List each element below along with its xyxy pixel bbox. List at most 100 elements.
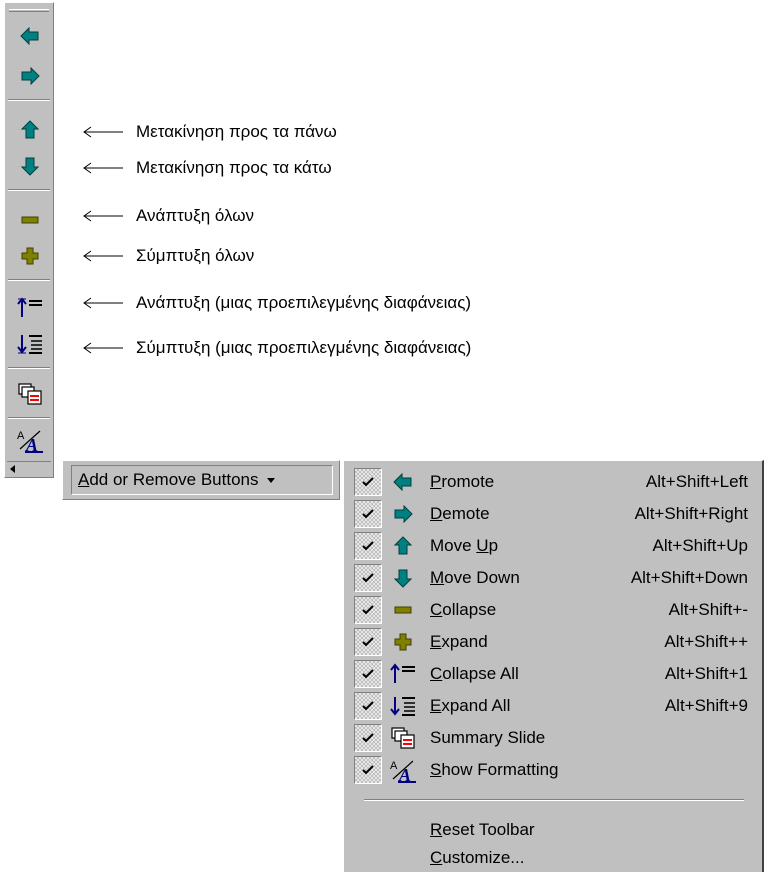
promote-button[interactable]: [11, 19, 49, 53]
demote-button[interactable]: [11, 59, 49, 93]
menu-item-label: Show Formatting: [430, 760, 559, 779]
collapse-all-button[interactable]: [11, 291, 49, 325]
collapse-all-icon: [17, 297, 42, 317]
menu-item-shortcut: Alt+Shift+Left: [645, 472, 748, 491]
checkmark-icon: [362, 605, 374, 615]
menu-item-label: Promote: [430, 472, 495, 491]
menu-item-show-formatting[interactable]: A A Show Formatting: [350, 753, 760, 785]
checkbox[interactable]: [354, 468, 382, 496]
add-remove-panel: Add or Remove Buttons: [62, 460, 340, 500]
toolbar-grip[interactable]: [9, 9, 49, 12]
summary-slide-icon: [391, 727, 415, 749]
checkmark-icon: [362, 477, 374, 487]
annotation-text: Σύμπτυξη (μιας προεπιλεγμένης διαφάνειας…: [136, 338, 472, 357]
summary-slide-button[interactable]: [11, 377, 49, 411]
checkbox[interactable]: [354, 596, 382, 624]
chevron-down-icon: [266, 477, 275, 483]
promote-arrow-left-icon: [393, 473, 412, 491]
menu-item-summary-slide[interactable]: Summary Slide: [350, 721, 760, 753]
menu-item-label: Expand All: [430, 696, 511, 715]
annotation-text: Ανάπτυξη όλων: [136, 206, 255, 225]
left-arrow-icon: [83, 210, 123, 222]
menu-item-expand[interactable]: Expand Alt+Shift++: [350, 625, 760, 657]
expand-plus-icon: [21, 247, 39, 265]
menu-item-shortcut: Alt+Shift+-: [668, 600, 748, 619]
checkmark-icon: [362, 733, 374, 743]
annotation-collapse-all: Ανάπτυξη (μιας προεπιλεγμένης διαφάνειας…: [82, 290, 471, 316]
demote-arrow-right-icon: [394, 505, 413, 523]
annotation-text: Σύμπτυξη όλων: [136, 246, 255, 265]
checkbox[interactable]: [354, 660, 382, 688]
move-down-button[interactable]: [11, 149, 49, 183]
menu-item-label: Move Up: [430, 536, 499, 555]
move-up-arrow-icon: [394, 536, 412, 555]
move-up-arrow-icon: [21, 120, 39, 139]
annotation-expand-all: Σύμπτυξη (μιας προεπιλεγμένης διαφάνειας…: [82, 335, 471, 361]
menu-item-shortcut: Alt+Shift+1: [664, 664, 748, 683]
add-remove-buttons-item[interactable]: Add or Remove Buttons: [71, 465, 333, 495]
move-down-arrow-icon: [21, 157, 39, 176]
annotation-move-up: Μετακίνηση προς τα πάνω: [82, 119, 337, 145]
checkmark-icon: [362, 541, 374, 551]
left-arrow-icon: [83, 297, 123, 309]
collapse-button[interactable]: [11, 203, 49, 237]
checkbox[interactable]: [354, 692, 382, 720]
menu-item-collapse-all[interactable]: Collapse All Alt+Shift+1: [350, 657, 760, 689]
collapse-all-icon: [390, 663, 415, 683]
demote-arrow-right-icon: [21, 67, 40, 85]
menu-item-label: Demote: [430, 504, 490, 523]
menu-item-label: Collapse: [430, 600, 497, 619]
menu-item-demote[interactable]: Demote Alt+Shift+Right: [350, 497, 760, 529]
menu-item-label: Customize...: [430, 848, 525, 867]
menu-item-collapse[interactable]: Collapse Alt+Shift+-: [350, 593, 760, 625]
left-arrow-icon: [83, 162, 123, 174]
checkbox[interactable]: [354, 724, 382, 752]
collapse-minus-icon: [394, 606, 412, 614]
checkmark-icon: [362, 765, 374, 775]
toolbar-separator: [8, 99, 50, 101]
svg-text:A: A: [390, 760, 398, 772]
annotation-expand: Σύμπτυξη όλων: [82, 243, 254, 269]
menu-item-expand-all[interactable]: Expand All Alt+Shift+9: [350, 689, 760, 721]
checkbox[interactable]: [354, 532, 382, 560]
left-arrow-icon: [83, 126, 123, 138]
annotation-text: Μετακίνηση προς τα κάτω: [136, 158, 332, 177]
checkmark-icon: [362, 669, 374, 679]
checkmark-icon: [362, 509, 374, 519]
promote-arrow-left-icon: [20, 27, 39, 45]
menu-item-shortcut: Alt+Shift+Up: [652, 536, 748, 555]
toolbar-separator: [8, 279, 50, 281]
toolbar-separator: [8, 367, 50, 369]
show-formatting-icon: A A: [390, 760, 416, 783]
checkbox[interactable]: [354, 564, 382, 592]
menu-item-move-up[interactable]: Move Up Alt+Shift+Up: [350, 529, 760, 561]
menu-item-customize[interactable]: Customize...: [350, 841, 760, 872]
menu-item-shortcut: Alt+Shift+Down: [630, 568, 748, 587]
checkmark-icon: [362, 573, 374, 583]
menu-item-shortcut: Alt+Shift++: [664, 632, 748, 651]
expand-all-button[interactable]: [11, 327, 49, 361]
checkmark-icon: [362, 701, 374, 711]
menu-item-label: Reset Toolbar: [430, 820, 535, 839]
annotation-move-down: Μετακίνηση προς τα κάτω: [82, 155, 332, 181]
toolbar-separator: [8, 417, 50, 419]
menu-item-label: Expand: [430, 632, 488, 651]
svg-text:A: A: [17, 430, 25, 442]
checkbox[interactable]: [354, 628, 382, 656]
checkbox[interactable]: [354, 756, 382, 784]
checkbox[interactable]: [354, 500, 382, 528]
add-remove-label: dd or Remove Buttons: [89, 470, 259, 489]
chevron-left-icon: [10, 465, 15, 473]
move-down-arrow-icon: [394, 569, 412, 588]
expand-plus-icon: [394, 633, 412, 651]
summary-slide-icon: [18, 383, 42, 405]
expand-button[interactable]: [11, 239, 49, 273]
move-up-button[interactable]: [11, 113, 49, 147]
show-formatting-button[interactable]: A A: [11, 423, 49, 457]
annotation-text: Ανάπτυξη (μιας προεπιλεγμένης διαφάνειας…: [136, 293, 472, 312]
toolbar-options-button[interactable]: [7, 461, 51, 475]
menu-item-shortcut: Alt+Shift+9: [664, 696, 748, 715]
expand-all-icon: [390, 697, 415, 716]
menu-item-promote[interactable]: Promote Alt+Shift+Left: [350, 465, 760, 497]
menu-item-move-down[interactable]: Move Down Alt+Shift+Down: [350, 561, 760, 593]
